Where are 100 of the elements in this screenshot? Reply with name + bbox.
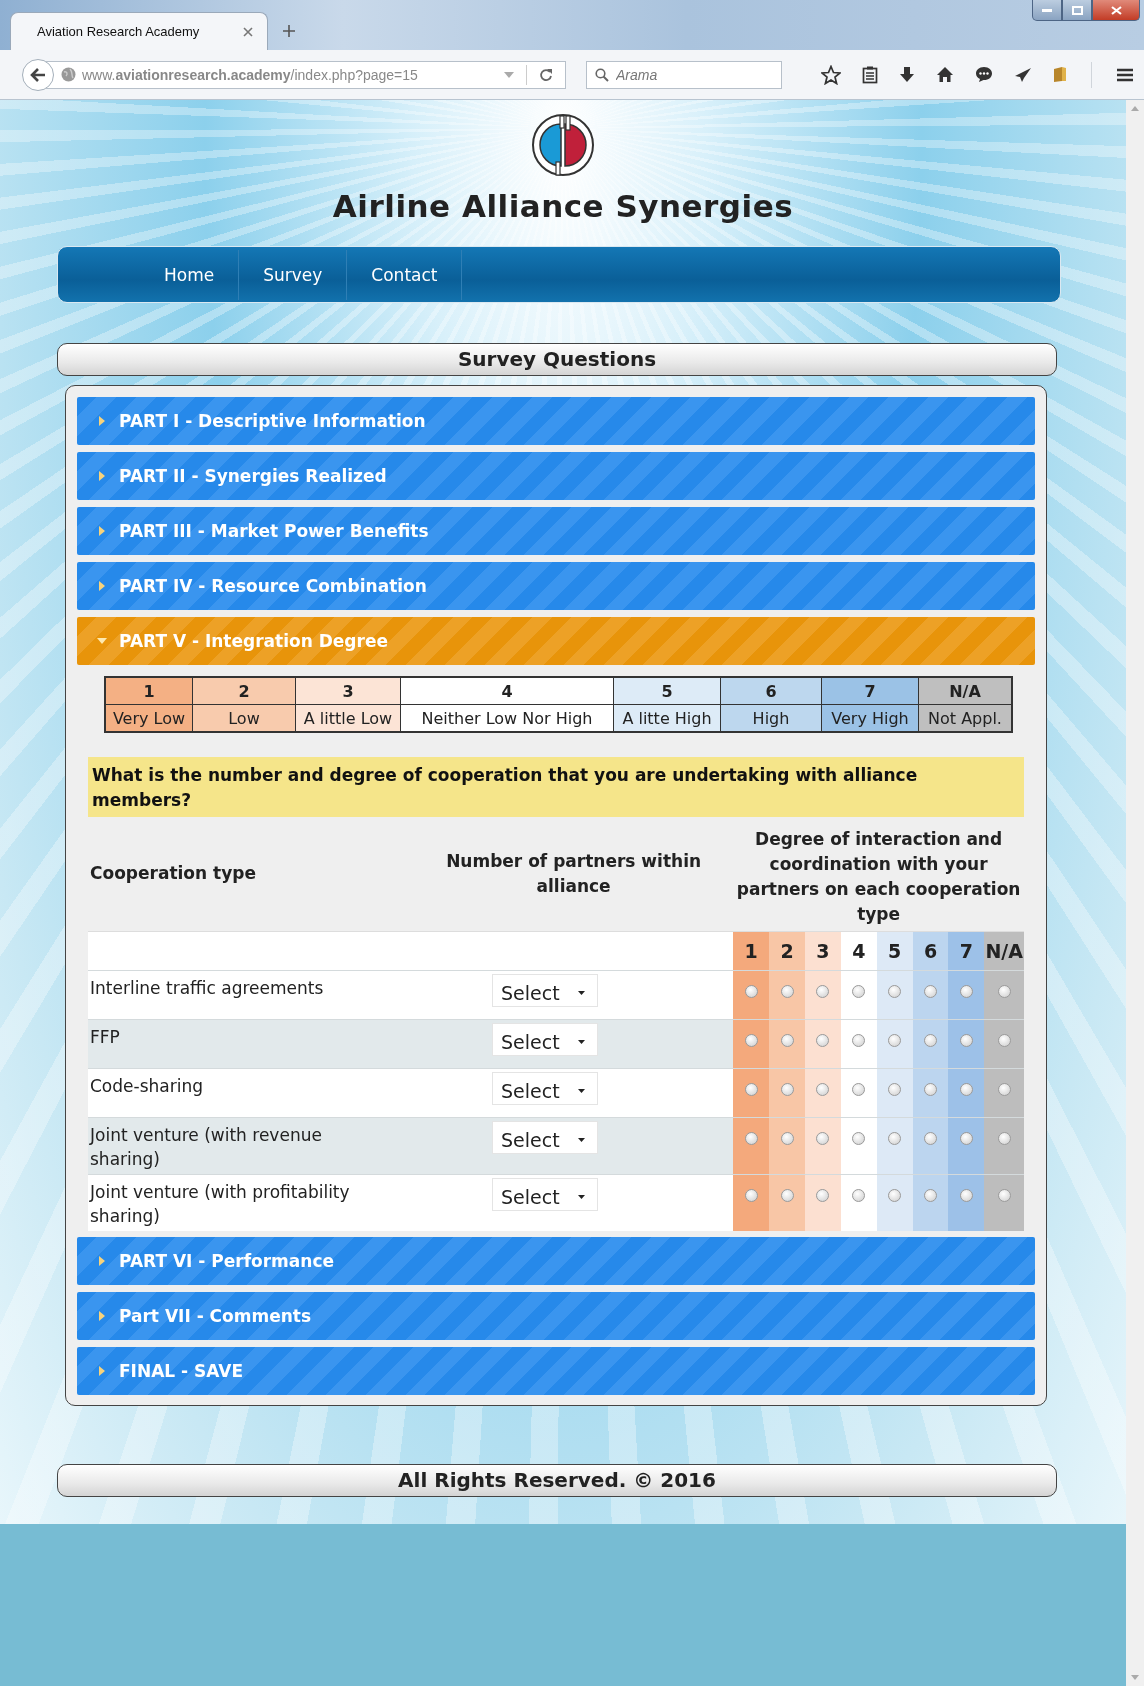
back-button[interactable] (22, 58, 54, 91)
dropdown-arrow-icon[interactable] (504, 71, 514, 78)
chat-bubble-icon[interactable] (975, 66, 993, 83)
radio-button[interactable] (780, 1034, 794, 1047)
rating-number: 7 (948, 931, 985, 971)
radio-button[interactable] (959, 1034, 973, 1047)
radio-button[interactable] (780, 1083, 794, 1096)
accordion-header[interactable]: PART IV - Resource Combination (77, 562, 1035, 610)
radio-button[interactable] (744, 1189, 758, 1202)
select-dropdown[interactable]: Select (491, 1178, 598, 1211)
radio-button[interactable] (852, 1132, 866, 1145)
table-cell: FFP (88, 1019, 394, 1069)
radio-button[interactable] (744, 1083, 758, 1096)
maximize-button[interactable] (1062, 0, 1092, 21)
radio-button[interactable] (924, 1189, 938, 1202)
table-cell: Code-sharing (88, 1068, 394, 1118)
new-tab-icon[interactable] (282, 24, 296, 38)
radio-button[interactable] (780, 1132, 794, 1145)
caret-icon (97, 416, 107, 426)
radio-button[interactable] (744, 1132, 758, 1145)
accordion-header[interactable]: PART II - Synergies Realized (77, 452, 1035, 500)
column-header: Degree of interaction and coordination with your partners on each cooperation type (733, 820, 1024, 932)
radio-button[interactable] (959, 1132, 973, 1145)
home-icon[interactable] (936, 66, 954, 83)
radio-button[interactable] (780, 985, 794, 998)
radio-button[interactable] (997, 985, 1011, 998)
radio-button[interactable] (888, 1189, 902, 1202)
select-dropdown[interactable]: Select (491, 1023, 598, 1056)
radio-button[interactable] (852, 1083, 866, 1096)
menu-icon[interactable] (1116, 67, 1134, 82)
download-icon[interactable] (899, 65, 915, 84)
scale-number: 4 (400, 677, 614, 705)
reload-icon[interactable] (539, 67, 553, 82)
radio-button[interactable] (924, 985, 938, 998)
scroll-up-icon[interactable] (1131, 106, 1139, 111)
radio-button[interactable] (959, 985, 973, 998)
browser-tab[interactable]: Aviation Research Academy (10, 12, 268, 50)
column-header: Cooperation type (88, 820, 394, 932)
radio-button[interactable] (997, 1132, 1011, 1145)
caret-icon (97, 1311, 107, 1321)
caret-icon (577, 990, 585, 995)
radio-button[interactable] (816, 1034, 830, 1047)
scroll-down-icon[interactable] (1131, 1675, 1139, 1680)
tab-title: Aviation Research Academy (37, 24, 200, 39)
radio-button[interactable] (888, 1083, 902, 1096)
url-text: www.aviationresearch.academy/index.php?page=15 (82, 66, 418, 83)
accordion-header[interactable]: Part VII - Comments (77, 1292, 1035, 1340)
scale-label: A litte High (613, 704, 721, 732)
paper-plane-icon[interactable] (1014, 66, 1032, 83)
caret-icon (97, 1256, 107, 1266)
scale-number: 1 (105, 677, 193, 705)
caret-icon (577, 1194, 585, 1199)
radio-button[interactable] (852, 985, 866, 998)
radio-button[interactable] (924, 1132, 938, 1145)
radio-button[interactable] (744, 985, 758, 998)
radio-button[interactable] (744, 1034, 758, 1047)
scale-number: 5 (613, 677, 721, 705)
minimize-button[interactable] (1032, 0, 1062, 21)
column-header: Number of partners within alliance (393, 820, 734, 932)
nav-link[interactable]: Contact (347, 249, 463, 300)
radio-button[interactable] (816, 985, 830, 998)
caret-icon (97, 526, 107, 536)
clipboard-icon[interactable] (862, 65, 878, 84)
select-dropdown[interactable]: Select (491, 974, 598, 1007)
radio-button[interactable] (924, 1034, 938, 1047)
search-field[interactable]: Arama (586, 60, 782, 89)
accordion-header[interactable]: PART I - Descriptive Information (77, 397, 1035, 445)
radio-button[interactable] (997, 1189, 1011, 1202)
caret-icon (97, 1366, 107, 1376)
accordion-header[interactable]: PART VI - Performance (77, 1237, 1035, 1285)
maximize-icon (1071, 5, 1083, 15)
radio-button[interactable] (959, 1189, 973, 1202)
select-dropdown[interactable]: Select (491, 1121, 598, 1154)
close-button[interactable] (1092, 0, 1140, 21)
star-icon[interactable] (821, 64, 841, 85)
nav-link[interactable]: Survey (239, 249, 348, 300)
scale-label: Very Low (105, 704, 193, 732)
rating-number: 2 (769, 931, 805, 971)
radio-button[interactable] (888, 1132, 902, 1145)
scale-label: A little Low (295, 704, 401, 732)
nav-link[interactable]: Home (140, 249, 240, 300)
address-bar[interactable]: www.aviationresearch.academy/index.php?page=15 (46, 60, 566, 89)
scale-number: N/A (918, 677, 1012, 705)
close-icon[interactable] (243, 26, 253, 37)
radio-button[interactable] (924, 1083, 938, 1096)
radio-button[interactable] (852, 1189, 866, 1202)
radio-button[interactable] (852, 1034, 866, 1047)
radio-button[interactable] (816, 1083, 830, 1096)
book-icon[interactable] (1053, 66, 1067, 83)
radio-button[interactable] (888, 985, 902, 998)
radio-button[interactable] (816, 1132, 830, 1145)
radio-button[interactable] (816, 1189, 830, 1202)
radio-button[interactable] (959, 1083, 973, 1096)
close-icon (1110, 5, 1122, 15)
radio-button[interactable] (888, 1034, 902, 1047)
select-dropdown[interactable]: Select (491, 1072, 598, 1105)
radio-button[interactable] (997, 1083, 1011, 1096)
radio-button[interactable] (997, 1034, 1011, 1047)
scrollbar[interactable] (1126, 100, 1144, 1686)
radio-button[interactable] (780, 1189, 794, 1202)
